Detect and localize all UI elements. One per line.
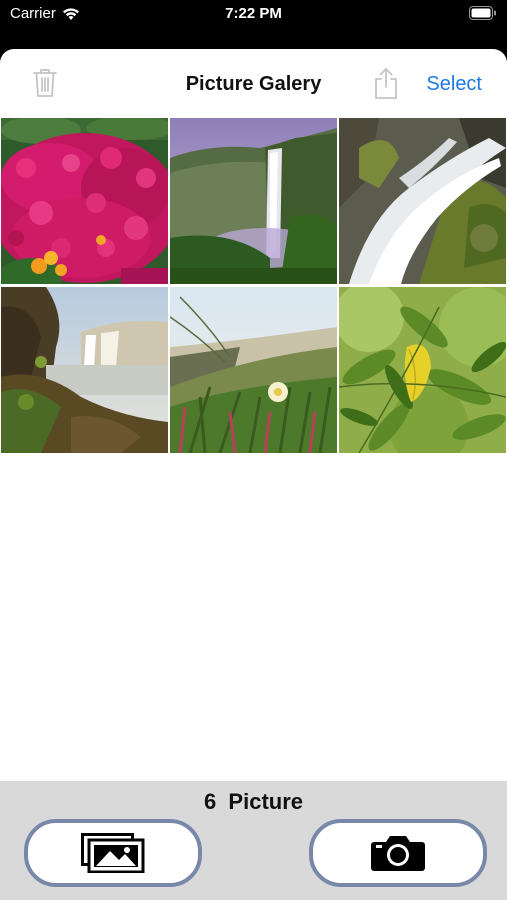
photo-thumbnail[interactable] [339, 118, 506, 284]
waterfall-closeup-image [339, 118, 506, 284]
photo-library-icon [81, 833, 145, 873]
share-icon[interactable] [372, 67, 400, 101]
battery-icon [469, 6, 496, 20]
camera-button[interactable] [309, 819, 487, 887]
beach-grass-image [170, 287, 337, 453]
camera-icon [371, 836, 425, 871]
navigation-bar: Picture Galery Select [0, 49, 507, 119]
green-leaves-image [339, 287, 506, 453]
gallery-sheet: Picture Galery Select 6 Picture [0, 49, 507, 900]
gallery-footer: 6 Picture [0, 781, 507, 900]
photo-thumbnail[interactable] [1, 118, 168, 284]
waterfall-cliff-image [1, 287, 168, 453]
photo-thumbnail[interactable] [170, 287, 337, 453]
photo-thumbnail[interactable] [339, 287, 506, 453]
waterfall-valley-image [170, 118, 337, 284]
picture-count: 6 Picture [203, 789, 304, 814]
photo-thumbnail[interactable] [170, 118, 337, 284]
photo-grid [1, 118, 507, 453]
status-bar: Carrier 7:22 PM [0, 0, 507, 36]
photo-thumbnail[interactable] [1, 287, 168, 453]
photo-library-button[interactable] [24, 819, 202, 887]
select-button[interactable]: Select [426, 73, 482, 96]
pink-flowers-image [1, 118, 168, 284]
clock: 7:22 PM [225, 5, 282, 22]
